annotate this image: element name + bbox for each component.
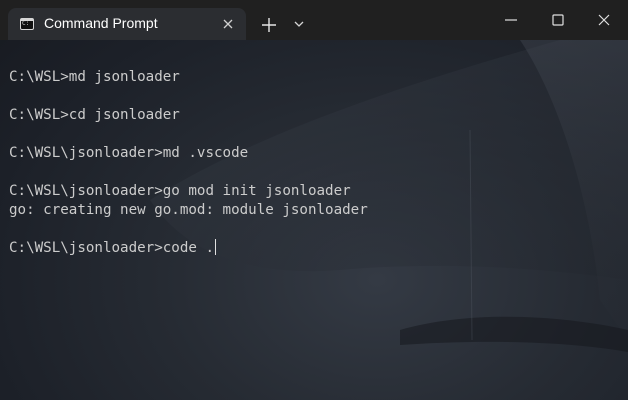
- tab-command-prompt[interactable]: Command Prompt: [8, 8, 246, 40]
- terminal-current-command: C:\WSL\jsonloader>code .: [9, 240, 214, 256]
- terminal-line: C:\WSL\jsonloader>md .vscode: [9, 145, 249, 161]
- close-tab-icon[interactable]: [220, 16, 236, 32]
- tab-title: Command Prompt: [44, 15, 158, 31]
- text-cursor: [215, 239, 216, 255]
- title-bar: Command Prompt: [0, 0, 628, 40]
- terminal-line: C:\WSL>cd jsonloader: [9, 107, 180, 123]
- terminal-line: go: creating new go.mod: module jsonload…: [9, 202, 368, 218]
- chevron-down-icon[interactable]: [291, 17, 307, 31]
- terminal-line: C:\WSL\jsonloader>go mod init jsonloader: [9, 183, 351, 199]
- terminal-line: C:\WSL>md jsonloader: [9, 69, 180, 85]
- terminal-output[interactable]: C:\WSL>md jsonloader C:\WSL>cd jsonloade…: [9, 68, 621, 258]
- close-window-icon[interactable]: [592, 10, 616, 30]
- maximize-icon[interactable]: [546, 10, 570, 30]
- terminal-window: Command Prompt C:\WSL>md jsonloader C:\W…: [0, 0, 628, 400]
- command-prompt-icon: [20, 18, 34, 30]
- terminal-prompt-line[interactable]: C:\WSL\jsonloader>code .: [9, 239, 621, 258]
- new-tab-plus-icon[interactable]: [259, 15, 279, 35]
- minimize-icon[interactable]: [499, 10, 523, 30]
